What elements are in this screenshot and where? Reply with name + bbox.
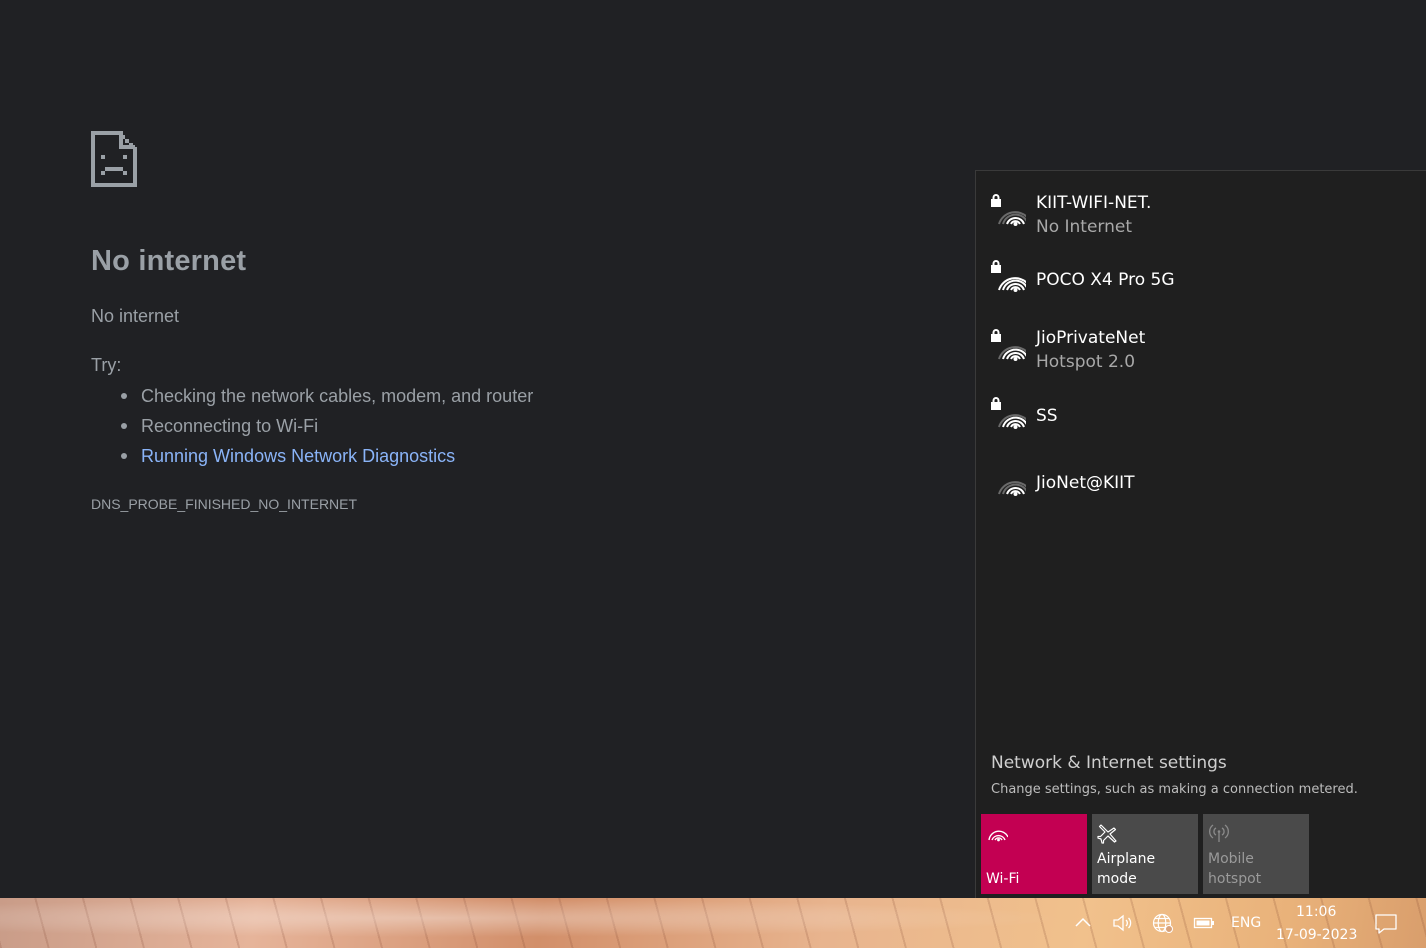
network-item-jioprivatenet[interactable]: JioPrivateNet Hotspot 2.0 (976, 328, 1426, 392)
battery-icon[interactable] (1193, 913, 1215, 933)
globe-network-icon[interactable] (1152, 913, 1174, 933)
hotspot-label-line1: Mobile (1208, 851, 1254, 867)
hotspot-tile-label: Mobile hotspot (1208, 849, 1261, 889)
network-name: POCO X4 Pro 5G (1036, 270, 1175, 290)
volume-icon[interactable] (1112, 913, 1134, 933)
network-name: JioPrivateNet (1036, 328, 1146, 348)
hotspot-icon (1209, 824, 1229, 842)
wifi-secured-icon (991, 194, 1026, 226)
airplane-tile-label: Airplane mode (1097, 851, 1156, 887)
wifi-secured-icon (991, 260, 1026, 292)
wifi-toggle-tile[interactable]: Wi-Fi (981, 814, 1087, 894)
network-item-jionet-kiit[interactable]: JioNet@KIIT (976, 463, 1426, 527)
sad-page-icon (91, 131, 137, 187)
clock-time[interactable]: 11:06 (1296, 904, 1336, 920)
wifi-secured-icon (991, 397, 1026, 429)
network-name: KIIT-WIFI-NET. (1036, 193, 1152, 213)
network-item-poco-x4-pro[interactable]: POCO X4 Pro 5G (976, 259, 1426, 323)
suggestion-reconnect-wifi: Reconnecting to Wi-Fi (91, 413, 533, 443)
error-code: DNS_PROBE_FINISHED_NO_INTERNET (91, 496, 358, 512)
network-name: SS (1036, 406, 1058, 426)
wifi-icon (998, 481, 1026, 496)
network-flyout: KIIT-WIFI-NET. No Internet POCO X4 Pro 5… (975, 170, 1426, 898)
error-title: No internet (91, 245, 247, 277)
wifi-secured-icon (991, 329, 1026, 361)
try-label: Try: (91, 355, 122, 375)
mobile-hotspot-tile[interactable]: Mobile hotspot (1203, 814, 1309, 894)
network-status: Hotspot 2.0 (1036, 352, 1136, 372)
wifi-icon (988, 830, 1008, 842)
clock-date[interactable]: 17-09-2023 (1276, 927, 1357, 943)
suggestion-list: Checking the network cables, modem, and … (91, 383, 533, 473)
network-name: JioNet@KIIT (1036, 473, 1135, 493)
suggestion-check-cables: Checking the network cables, modem, and … (91, 383, 533, 413)
wifi-tile-label: Wi-Fi (986, 871, 1020, 887)
chevron-up-icon[interactable] (1072, 913, 1094, 933)
network-item-kiit-wifi-net[interactable]: KIIT-WIFI-NET. No Internet (976, 193, 1426, 257)
language-indicator[interactable]: ENG (1231, 915, 1261, 931)
airplane-icon (1097, 824, 1117, 844)
taskbar: ENG 11:06 17-09-2023 (0, 898, 1426, 948)
error-page: No internet No internet Try: Checking th… (0, 0, 975, 898)
network-status: No Internet (1036, 217, 1133, 237)
hotspot-label-line2: hotspot (1208, 871, 1262, 887)
network-settings-description: Change settings, such as making a connec… (991, 782, 1358, 797)
airplane-mode-tile[interactable]: Airplane mode (1092, 814, 1198, 894)
notification-icon[interactable] (1374, 913, 1398, 935)
network-diagnostics-link[interactable]: Running Windows Network Diagnostics (91, 443, 533, 473)
network-item-ss[interactable]: SS (976, 396, 1426, 460)
network-settings-link[interactable]: Network & Internet settings (991, 753, 1227, 773)
error-subtitle: No internet (91, 306, 180, 326)
